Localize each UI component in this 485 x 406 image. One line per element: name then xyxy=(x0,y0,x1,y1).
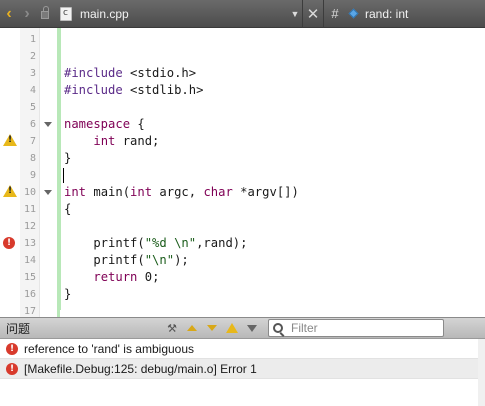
line-number: 10 xyxy=(23,187,36,198)
close-icon[interactable]: ✕ xyxy=(302,0,324,28)
code-editor[interactable]: 1 2 3 #include <stdio.h> 4 #include <stdlib.h… xyxy=(0,28,485,317)
editor-toolbar: ‹ › main.cpp ▼ ✕ # rand: int xyxy=(0,0,485,28)
code-text: { xyxy=(64,202,72,216)
error-icon: ! xyxy=(6,362,18,375)
filter-field[interactable] xyxy=(268,319,444,337)
line-number: 16 xyxy=(23,289,36,300)
chevron-left-icon[interactable]: ‹ xyxy=(0,0,18,28)
cpp-file-icon xyxy=(54,0,78,28)
filter-input[interactable] xyxy=(291,321,431,335)
code-line[interactable]: 3 #include <stdio.h> xyxy=(0,65,485,82)
code-text: int main(int argc, char *argv[]) xyxy=(64,185,299,199)
next-issue-icon[interactable] xyxy=(202,318,222,338)
issue-text: [Makefile.Debug:125: debug/main.o] Error… xyxy=(24,361,257,376)
code-text: printf("%d \n",rand); xyxy=(64,236,248,250)
error-marker-icon[interactable]: ! xyxy=(3,236,17,250)
code-line[interactable]: 9 xyxy=(0,167,485,184)
code-line[interactable]: 10 int main(int argc, char *argv[]) xyxy=(0,184,485,201)
code-line[interactable]: 4 #include <stdlib.h> xyxy=(0,82,485,99)
horizontal-scrollbar[interactable] xyxy=(60,310,485,317)
line-number: 11 xyxy=(23,204,36,215)
issues-header: 问题 ⚒ xyxy=(0,317,485,339)
code-line[interactable]: 14 printf("\n"); xyxy=(0,252,485,269)
line-number: 3 xyxy=(29,68,36,79)
lock-icon[interactable] xyxy=(36,0,54,28)
filter-funnel-icon[interactable] xyxy=(242,318,262,338)
chevron-right-icon[interactable]: › xyxy=(18,0,36,28)
code-text: printf("\n"); xyxy=(64,253,189,267)
build-icon[interactable]: ⚒ xyxy=(162,318,182,338)
hash-icon[interactable]: # xyxy=(324,0,346,28)
code-line[interactable]: 6 namespace { xyxy=(0,116,485,133)
issues-list: ! reference to 'rand' is ambiguous ! [Ma… xyxy=(0,339,485,406)
code-text: return 0; xyxy=(93,270,160,284)
text-cursor xyxy=(63,168,64,183)
code-line[interactable]: 12 xyxy=(0,218,485,235)
line-number: 5 xyxy=(29,102,36,113)
warning-marker-icon[interactable] xyxy=(3,134,17,148)
line-number: 13 xyxy=(23,238,36,249)
code-line[interactable]: 2 xyxy=(0,48,485,65)
code-text: } xyxy=(64,151,72,165)
code-text: #include <stdio.h> xyxy=(64,66,197,80)
issue-row[interactable]: ! [Makefile.Debug:125: debug/main.o] Err… xyxy=(0,359,485,379)
code-text: } xyxy=(64,287,72,301)
warning-filter-icon[interactable] xyxy=(222,318,242,338)
code-text: #include <stdlib.h> xyxy=(64,83,204,97)
code-line[interactable]: 5 xyxy=(0,99,485,116)
code-line[interactable]: 13! printf("%d \n",rand); xyxy=(0,235,485,252)
line-number: 6 xyxy=(29,119,36,130)
issue-row[interactable]: ! reference to 'rand' is ambiguous xyxy=(0,339,485,359)
line-number: 7 xyxy=(29,136,36,147)
issue-text: reference to 'rand' is ambiguous xyxy=(24,341,195,356)
symbol-label: rand: int xyxy=(365,6,409,21)
open-file-name[interactable]: main.cpp xyxy=(78,0,288,28)
error-icon: ! xyxy=(6,342,18,355)
line-number: 8 xyxy=(29,153,36,164)
code-text: namespace { xyxy=(64,117,145,131)
previous-issue-icon[interactable] xyxy=(182,318,202,338)
code-line[interactable]: 11 { xyxy=(0,201,485,218)
code-line[interactable]: 15 return 0; xyxy=(0,269,485,286)
line-number: 2 xyxy=(29,51,36,62)
variable-icon xyxy=(348,8,359,19)
code-line[interactable]: 16} xyxy=(0,286,485,303)
line-number: 15 xyxy=(23,272,36,283)
warning-marker-icon[interactable] xyxy=(3,185,17,199)
issues-title: 问题 xyxy=(6,321,31,336)
fold-toggle-icon[interactable] xyxy=(44,190,52,195)
chevron-down-icon[interactable]: ▼ xyxy=(288,0,302,28)
symbol-selector[interactable]: rand: int xyxy=(346,0,485,28)
search-icon xyxy=(273,323,283,333)
code-line[interactable]: 8} xyxy=(0,150,485,167)
line-number: 9 xyxy=(29,170,36,181)
line-number: 4 xyxy=(29,85,36,96)
vertical-scrollbar[interactable] xyxy=(478,339,485,406)
code-text: int rand; xyxy=(93,134,160,148)
code-line[interactable]: 1 xyxy=(0,31,485,48)
code-line[interactable]: 7 int rand; xyxy=(0,133,485,150)
line-number: 1 xyxy=(29,34,36,45)
line-number: 14 xyxy=(23,255,36,266)
fold-toggle-icon[interactable] xyxy=(44,122,52,127)
line-number: 12 xyxy=(23,221,36,232)
